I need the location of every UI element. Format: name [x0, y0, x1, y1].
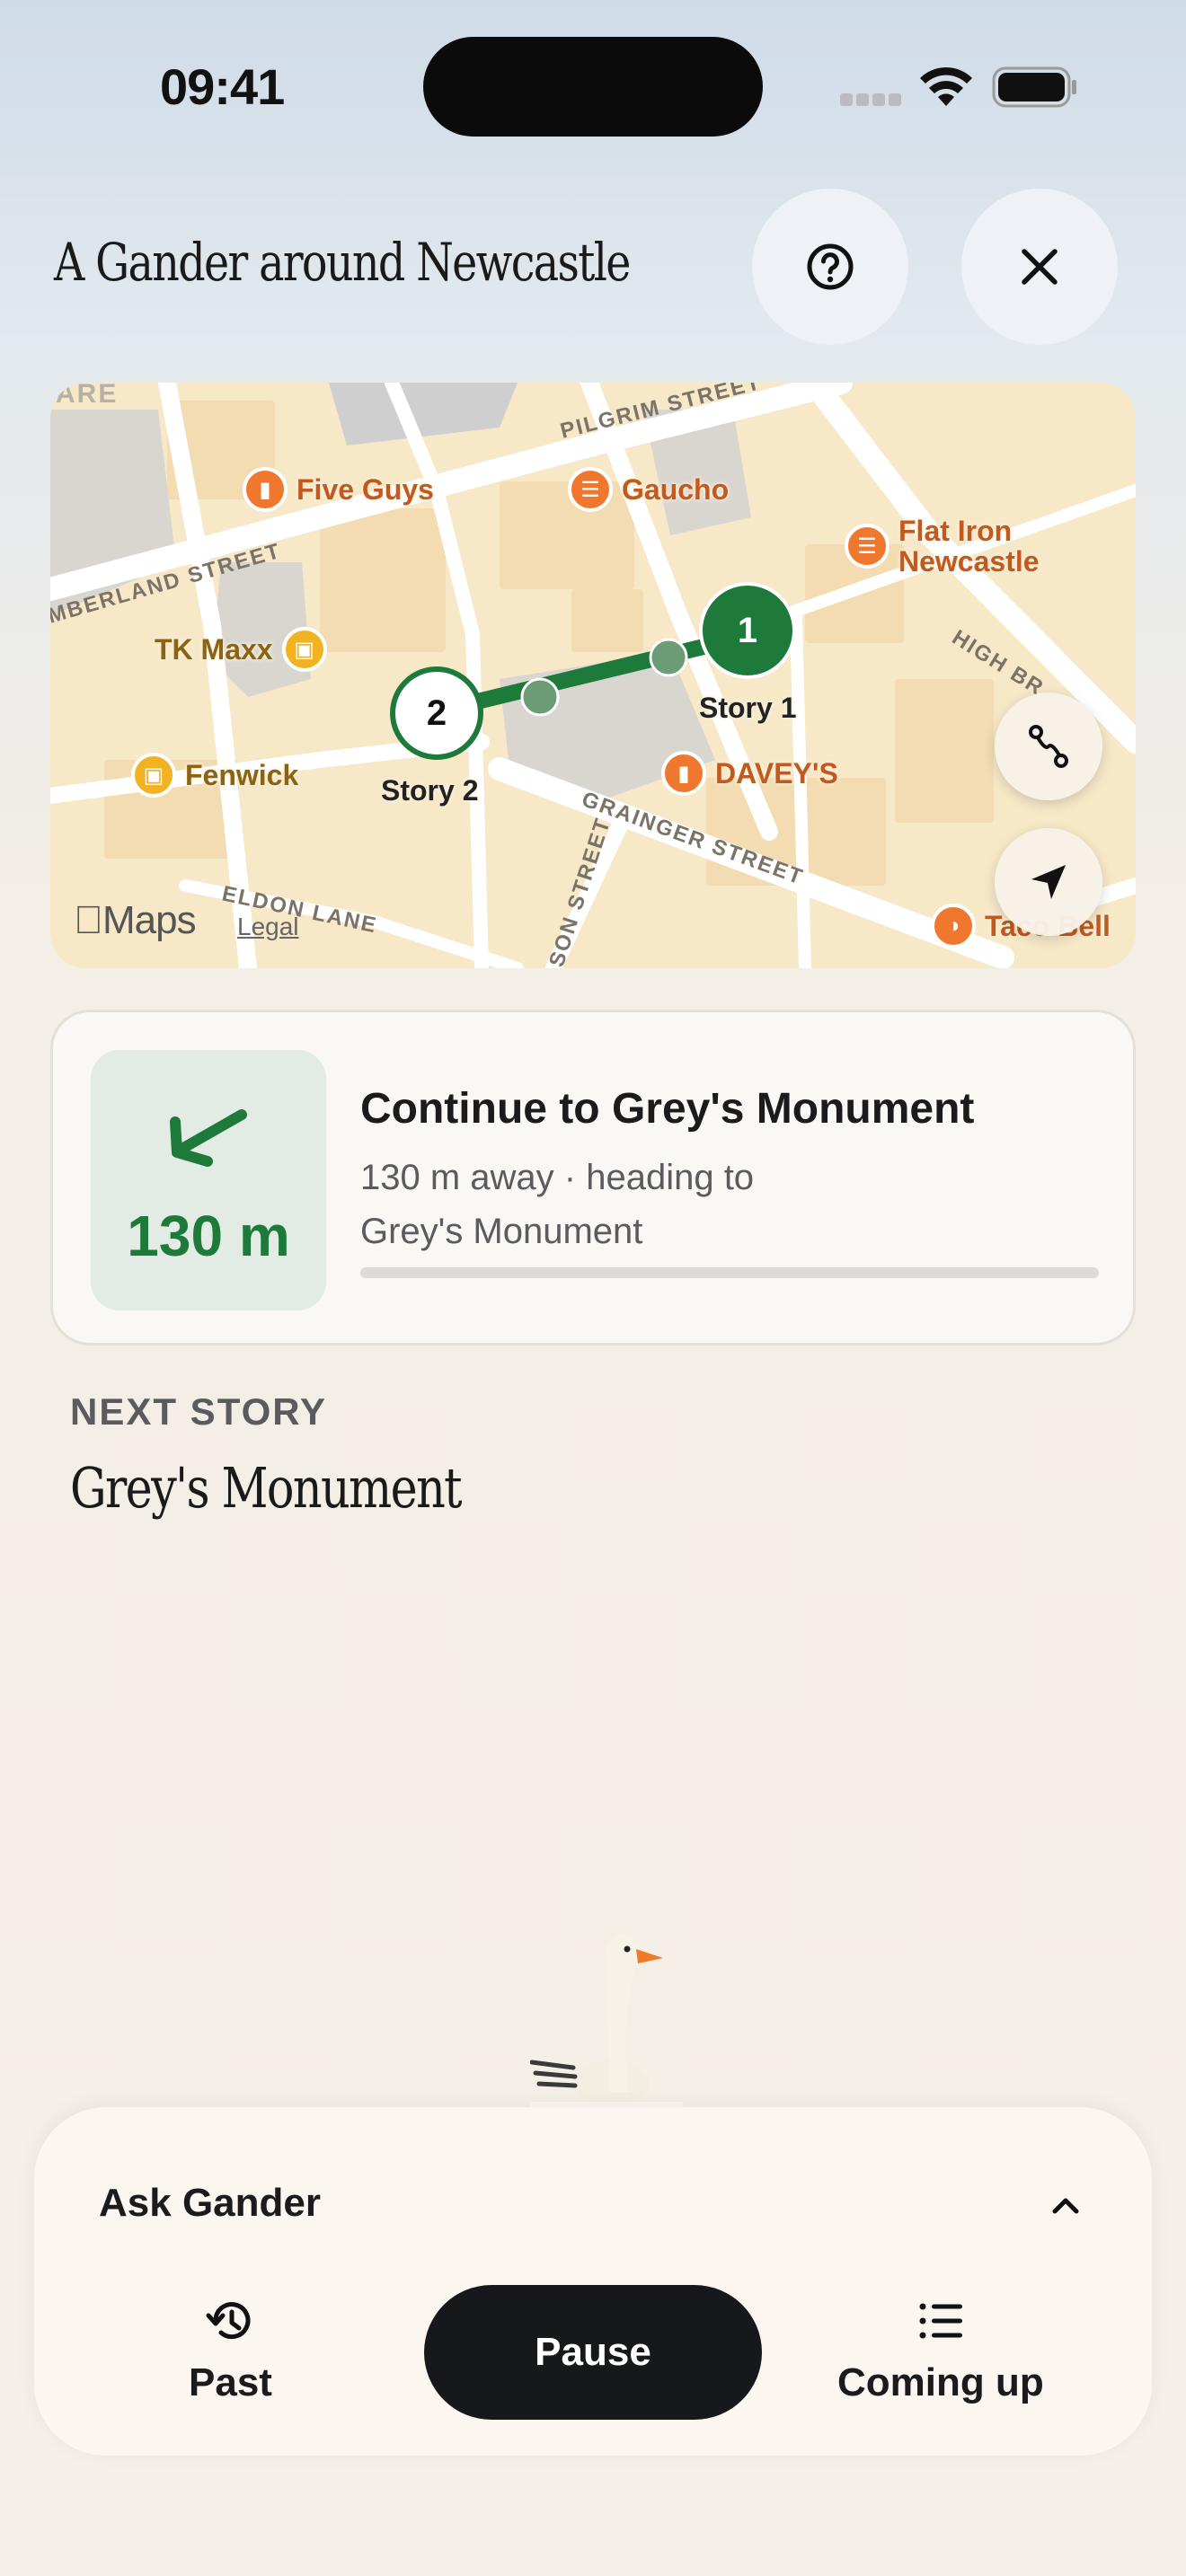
locate-me-button[interactable] [995, 828, 1102, 936]
coming-up-button[interactable]: Coming up [837, 2296, 1044, 2405]
poi-daveys[interactable]: ▮ DAVEY'S [661, 751, 838, 796]
story-stop-label: Story 1 [699, 692, 797, 724]
poi-gaucho[interactable]: ☰ Gaucho [568, 467, 729, 512]
apple-maps-logo: Maps [74, 898, 197, 942]
route-icon [1029, 725, 1068, 768]
list-icon [919, 2303, 962, 2339]
cellular-signal-icon [840, 93, 901, 106]
question-circle-icon [807, 243, 854, 290]
shopping-bag-icon: ▣ [131, 753, 176, 798]
next-story-title: Grey's Monument [70, 1455, 463, 1521]
poi-five-guys[interactable]: ▮ Five Guys [243, 467, 434, 512]
battery-icon [992, 66, 1076, 108]
status-time: 09:41 [160, 58, 285, 115]
navigation-progress-bar [360, 1267, 1099, 1278]
map-legal-link[interactable]: Legal [237, 913, 299, 941]
past-label: Past [189, 2360, 272, 2404]
story-stop-label: Story 2 [381, 774, 479, 807]
fast-food-icon: ▮ [243, 467, 288, 512]
history-icon [206, 2302, 251, 2340]
past-button[interactable]: Past [189, 2296, 272, 2405]
restaurant-icon: ☰ [568, 467, 613, 512]
close-icon [1022, 249, 1058, 285]
status-bar: 09:41 [0, 0, 1186, 171]
street-label: ARE [56, 383, 118, 409]
route-overview-button[interactable] [995, 693, 1102, 800]
poi-fenwick[interactable]: ▣ Fenwick [131, 753, 298, 798]
next-story-label: NEXT STORY [70, 1390, 328, 1433]
close-button[interactable] [961, 189, 1118, 345]
shopping-bag-icon: ▣ [281, 627, 327, 672]
fast-food-icon: ▮ [661, 751, 706, 796]
story-stop-2[interactable]: 2 [390, 666, 483, 760]
distance-tile: 130 m [91, 1050, 326, 1310]
pause-button[interactable]: Pause [424, 2285, 762, 2420]
poi-tk-maxx[interactable]: TK Maxx ▣ [155, 627, 327, 672]
goose-mascot [530, 1935, 683, 2111]
navigation-title: Continue to Grey's Monument [360, 1085, 975, 1133]
distance-value: 130 m [127, 1204, 290, 1268]
bottom-sheet[interactable]: Ask Gander Past Pause Coming up [34, 2107, 1152, 2456]
wifi-icon [920, 66, 972, 106]
help-button[interactable] [752, 189, 908, 345]
arrow-left-icon [170, 1109, 247, 1167]
navigation-card: 130 m Continue to Grey's Monument 130 m … [50, 1010, 1136, 1345]
route-map[interactable]: PILGRIM STREET MBERLAND STREET HIGH BR G… [50, 383, 1136, 968]
taco-icon: ◑ [931, 904, 976, 948]
restaurant-icon: ☰ [845, 524, 890, 569]
dynamic-island [423, 37, 763, 137]
chevron-up-icon[interactable] [1048, 2186, 1084, 2222]
story-stop-1[interactable]: 1 [699, 582, 796, 679]
poi-flat-iron-newcastle[interactable]: ☰ Flat Iron Newcastle [845, 516, 1040, 577]
location-arrow-icon [1031, 865, 1066, 899]
coming-up-label: Coming up [837, 2360, 1044, 2404]
ask-gander-label[interactable]: Ask Gander [99, 2181, 321, 2226]
tour-title: A Gander around Newcastle [54, 232, 631, 293]
navigation-subtitle: 130 m away · heading to Grey's Monument [360, 1158, 755, 1251]
